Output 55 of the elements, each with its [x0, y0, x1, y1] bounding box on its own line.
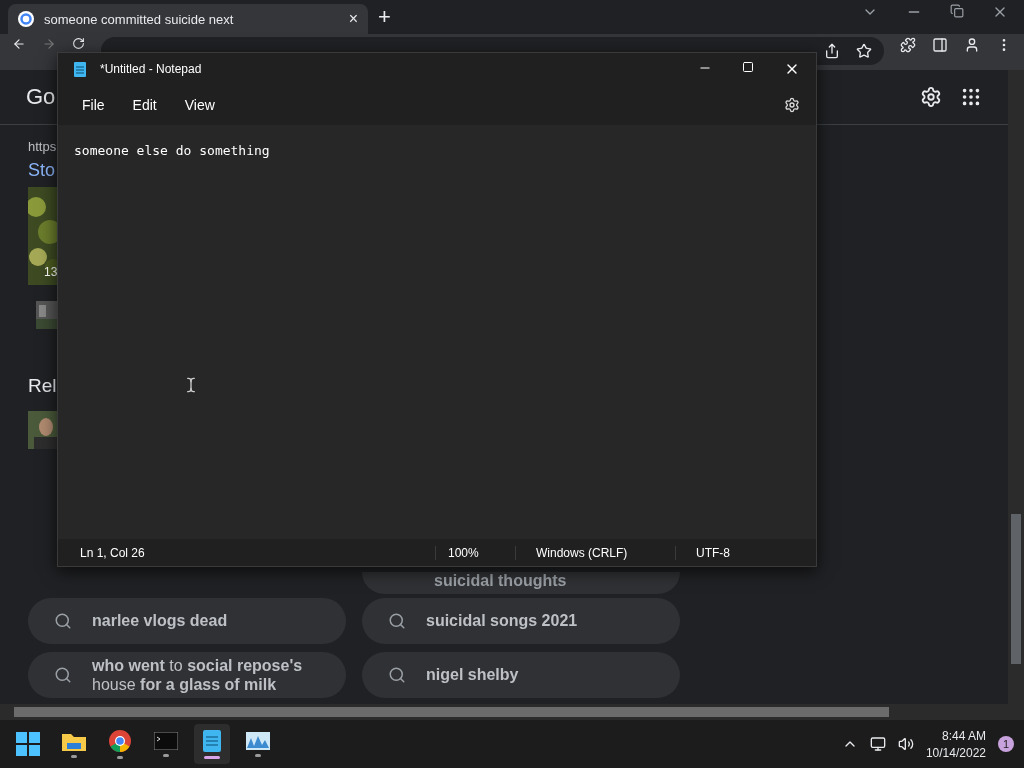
volume-icon[interactable]: [897, 736, 914, 752]
related-search-chip[interactable]: nigel shelby: [362, 652, 680, 698]
taskbar-app-button[interactable]: [194, 724, 230, 764]
search-icon: [388, 666, 406, 684]
share-icon[interactable]: [824, 43, 840, 59]
section-title[interactable]: Sto: [28, 160, 56, 181]
editor-text: someone else do something: [74, 143, 270, 158]
notepad-icon: [203, 729, 221, 752]
menu-item[interactable]: Edit: [122, 93, 167, 117]
logo[interactable]: Go: [26, 84, 56, 110]
settings-icon[interactable]: [784, 97, 800, 113]
tab-title: someone committed suicide next: [44, 11, 235, 27]
search-icon: [54, 612, 72, 630]
star-icon[interactable]: [856, 43, 872, 59]
terminal-icon: [154, 731, 178, 750]
puzzle-icon[interactable]: [900, 37, 916, 53]
related-search-chip[interactable]: narlee vlogs dead: [28, 598, 346, 644]
reload-icon[interactable]: [72, 37, 85, 50]
horizontal-scrollbar[interactable]: [0, 704, 1024, 720]
status-text: Ln 1, Col 26: [79, 545, 146, 560]
notepad-icon: [74, 61, 86, 77]
vertical-scrollbar[interactable]: [1008, 70, 1024, 704]
result-url: https: [28, 139, 57, 154]
menu-item[interactable]: File: [72, 93, 115, 117]
new-tab-button[interactable]: +: [378, 6, 391, 28]
notification-badge[interactable]: 1: [998, 736, 1014, 752]
related-search-chip[interactable]: who went to social repose's house for a glass of milk: [28, 652, 346, 698]
forward-arrow-icon[interactable]: [42, 37, 56, 51]
window-title: *Untitled - Notepad: [100, 62, 202, 76]
back-arrow-icon[interactable]: [12, 37, 26, 51]
related-search-chip[interactable]: suicidal thoughts: [362, 572, 680, 594]
text-editor[interactable]: someone else do something: [58, 125, 816, 539]
settings-icon[interactable]: [920, 86, 942, 108]
profile-icon[interactable]: [964, 37, 980, 53]
browser-icon: [109, 729, 131, 752]
status-text: UTF-8: [675, 545, 815, 560]
related-search-chip[interactable]: suicidal songs 2021: [362, 598, 680, 644]
restore-icon[interactable]: [950, 4, 964, 18]
tab-close-button[interactable]: ×: [348, 11, 358, 27]
video-duration: 13: [44, 265, 58, 279]
clock-time[interactable]: 8:44 AM: [941, 728, 986, 743]
clock-date[interactable]: 10/14/2022: [925, 745, 986, 760]
windows-logo-icon: [16, 732, 40, 756]
maximize-icon[interactable]: [742, 61, 754, 73]
search-icon: [388, 612, 406, 630]
section-heading: Rel: [28, 375, 57, 397]
apps-grid-icon[interactable]: [960, 86, 982, 108]
chart-window-icon: [246, 731, 270, 750]
browser-tab[interactable]: someone committed suicide next ×: [8, 4, 368, 34]
menu-item[interactable]: View: [174, 93, 225, 117]
status-text: 100%: [435, 545, 515, 560]
network-icon[interactable]: [869, 736, 886, 752]
search-icon: [54, 666, 72, 684]
side-panel-icon[interactable]: [932, 37, 948, 53]
status-text: Windows (CRLF): [515, 545, 675, 560]
